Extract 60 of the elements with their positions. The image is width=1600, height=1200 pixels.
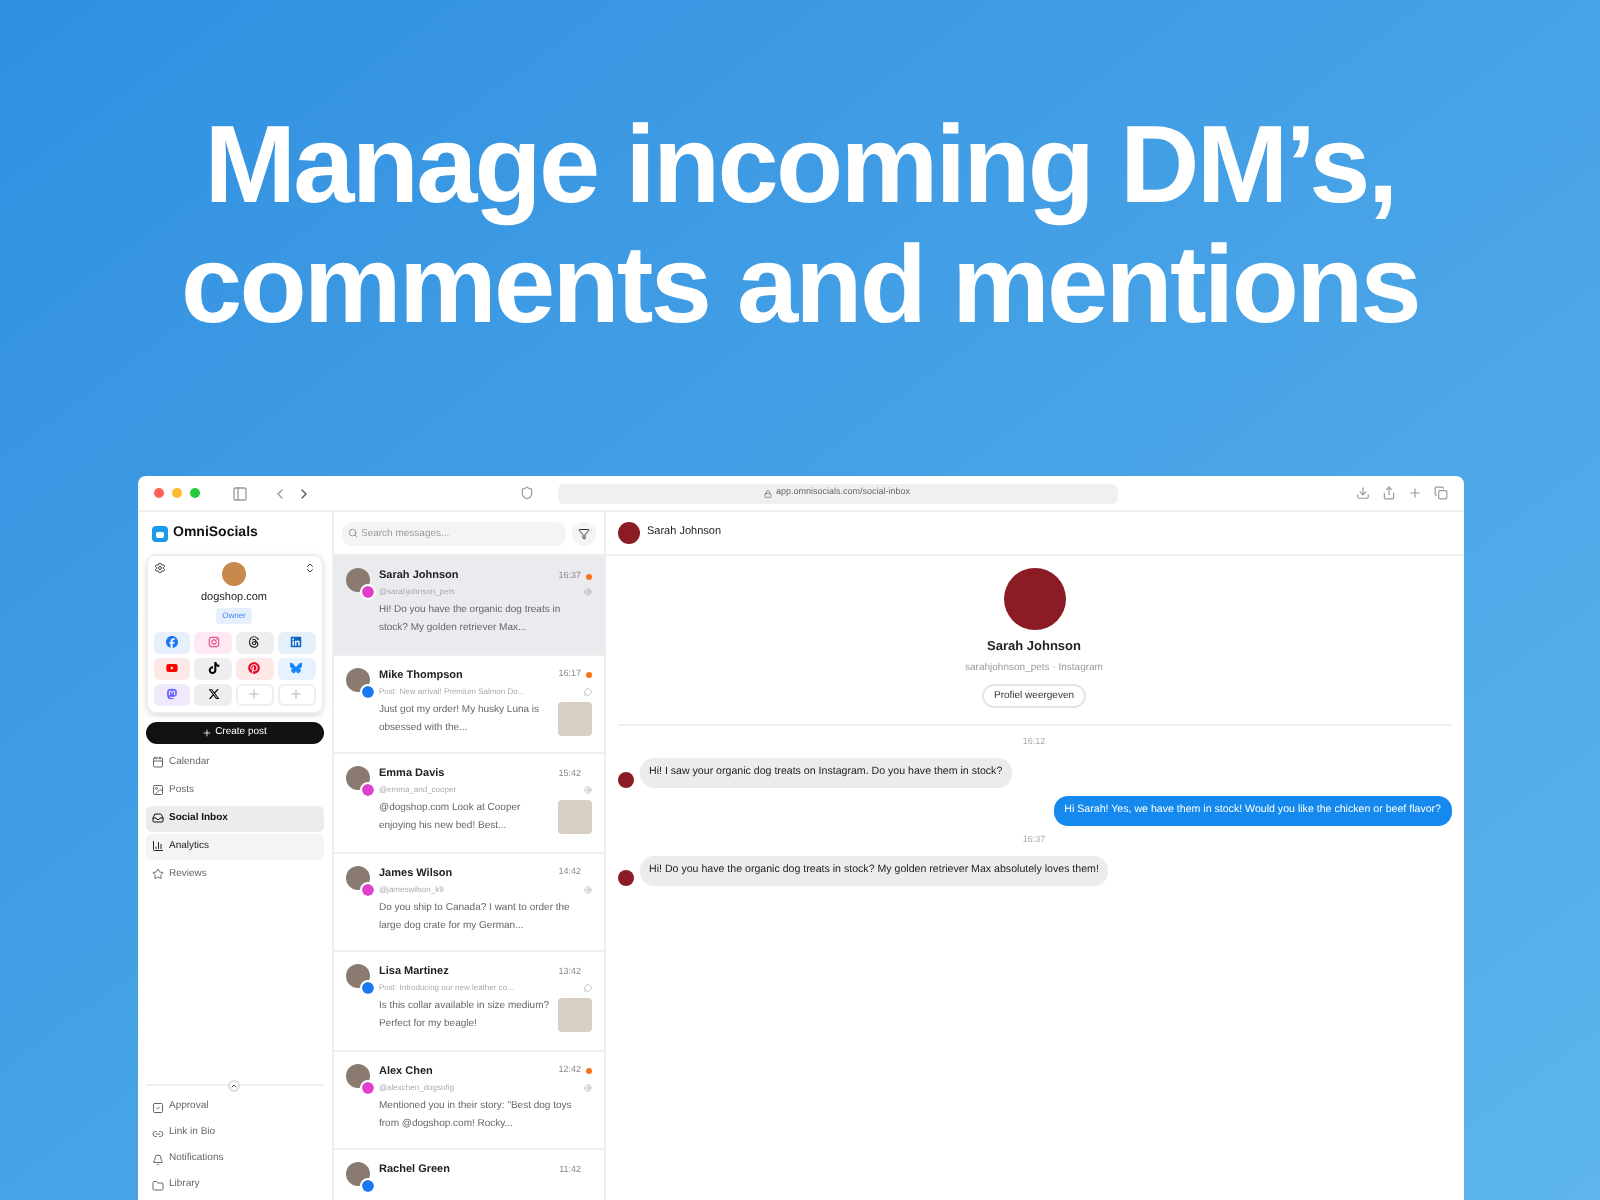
avatar <box>345 667 369 691</box>
folder-icon <box>151 1179 163 1191</box>
profile-avatar <box>1003 568 1065 630</box>
mention-icon <box>583 1083 591 1092</box>
avatar <box>345 1162 369 1186</box>
social-account-button[interactable] <box>236 631 274 654</box>
social-account-button[interactable] <box>194 683 232 706</box>
bar-chart-icon <box>151 840 163 853</box>
pinterest-icon <box>248 662 261 675</box>
avatar <box>345 1063 369 1087</box>
avatar <box>617 869 633 886</box>
headline: comments and mentions <box>180 224 1419 344</box>
plus-icon <box>201 727 212 738</box>
inbox-icon <box>151 812 163 825</box>
x-icon <box>207 688 220 701</box>
facebook-icon <box>165 636 178 649</box>
linkedin-icon <box>290 636 303 649</box>
calendar-icon <box>151 756 163 769</box>
download-icon[interactable] <box>1355 486 1369 500</box>
settings-icon[interactable] <box>153 561 165 573</box>
tabs-icon[interactable] <box>1433 486 1447 500</box>
plus-icon <box>248 688 261 701</box>
account-avatar <box>222 561 246 585</box>
filter-icon <box>577 527 589 539</box>
comment-icon <box>583 984 591 993</box>
logo-icon <box>151 526 167 543</box>
photo-placeholder <box>557 998 591 1033</box>
plus-icon <box>290 688 303 701</box>
check-square-icon <box>151 1101 163 1113</box>
collapse-button[interactable] <box>228 1080 240 1092</box>
filter-button[interactable] <box>571 521 595 545</box>
youtube-icon <box>165 662 178 675</box>
avatar <box>345 964 369 988</box>
photo-placeholder <box>557 800 591 835</box>
avatar <box>345 568 369 592</box>
lock-icon <box>763 489 772 497</box>
link-icon <box>151 1127 163 1139</box>
mastodon-icon <box>165 688 178 701</box>
photo-placeholder <box>557 701 591 736</box>
avatar <box>617 522 639 544</box>
search-icon <box>347 528 357 538</box>
sidebar-icon[interactable] <box>231 485 247 501</box>
image-icon <box>151 784 163 797</box>
social-account-button[interactable] <box>194 657 232 680</box>
tiktok-icon <box>207 662 220 675</box>
mention-icon <box>583 786 591 795</box>
mention-icon <box>583 588 591 597</box>
shield-icon[interactable] <box>519 486 533 500</box>
comment-icon <box>583 687 591 696</box>
bluesky-icon <box>290 662 303 675</box>
star-icon <box>151 868 163 881</box>
share-icon[interactable] <box>1381 486 1395 500</box>
bell-icon <box>151 1153 163 1165</box>
threads-icon <box>248 636 261 649</box>
mention-icon <box>583 885 591 894</box>
avatar <box>617 772 633 788</box>
headline: Manage incoming DM’s, <box>204 104 1396 224</box>
avatar <box>345 865 369 889</box>
avatar <box>345 766 369 790</box>
instagram-icon <box>207 636 220 649</box>
